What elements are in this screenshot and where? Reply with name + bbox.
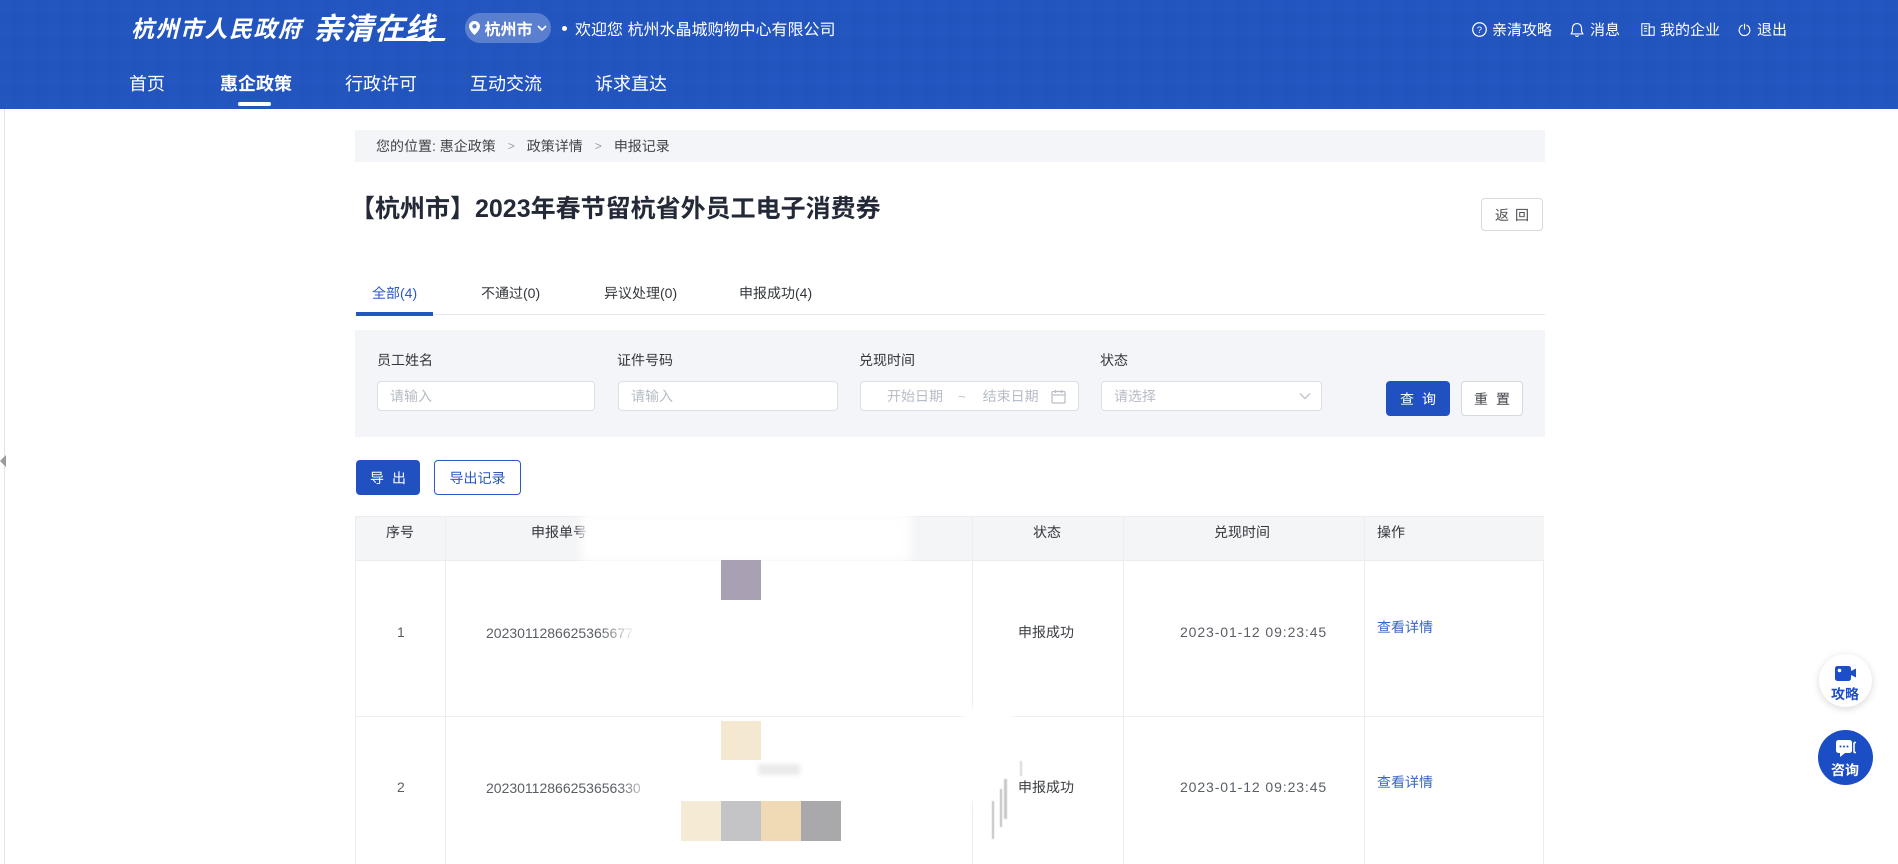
svg-text:?: ? [1477,25,1482,35]
